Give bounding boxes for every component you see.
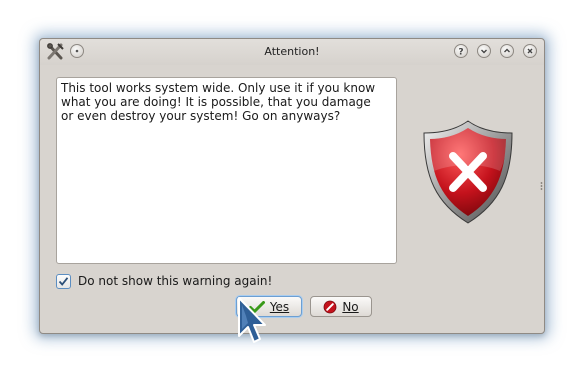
maximize-button[interactable]: [500, 44, 514, 58]
title-bar[interactable]: Attention! ?: [40, 39, 544, 65]
yes-button-label: Yes: [269, 299, 290, 314]
cancel-icon: [323, 300, 337, 314]
shield-error-icon: [423, 120, 513, 224]
dont-show-again-checkbox[interactable]: [56, 273, 71, 289]
window-title: Attention!: [264, 45, 320, 58]
svg-text:?: ?: [458, 48, 463, 57]
help-icon: ?: [458, 48, 463, 57]
help-button[interactable]: ?: [454, 44, 468, 58]
minimize-button[interactable]: [477, 44, 491, 58]
checkmark-icon: [58, 276, 69, 286]
resize-grip-icon[interactable]: [540, 181, 543, 191]
mouse-pointer-icon: [238, 297, 266, 343]
maximize-icon: [504, 48, 510, 53]
message-text-area[interactable]: This tool works system wide. Only use it…: [56, 77, 397, 264]
no-button-label: No: [342, 299, 359, 314]
dont-show-again-row[interactable]: Do not show this warning again!: [56, 272, 272, 290]
minimize-icon: [481, 49, 487, 54]
close-button[interactable]: [523, 44, 537, 58]
dont-show-again-label[interactable]: Do not show this warning again!: [78, 274, 272, 288]
dialog-window: Attention! ? This tool works system wide…: [39, 38, 545, 334]
no-button[interactable]: No: [310, 296, 372, 317]
warning-message: This tool works system wide. Only use it…: [61, 81, 376, 123]
close-icon: [527, 48, 533, 54]
